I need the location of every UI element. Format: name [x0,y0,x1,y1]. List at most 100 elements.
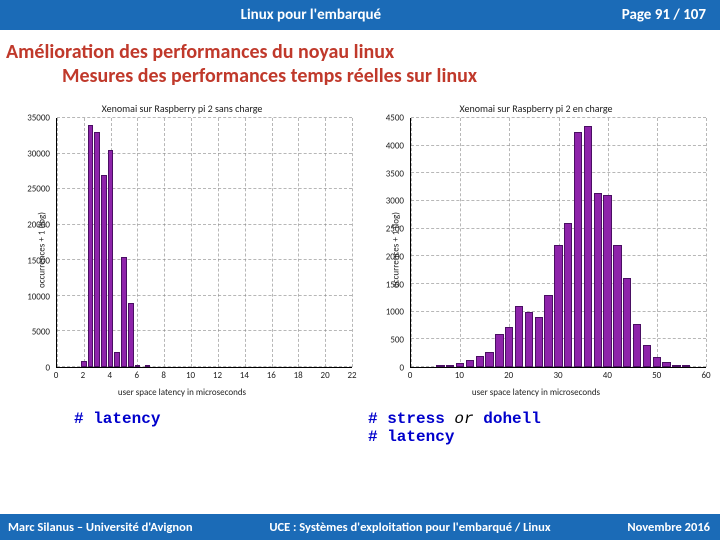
chart-bar [81,361,87,367]
ytick: 15000 [6,255,50,266]
xtick: 12 [213,370,222,381]
xtick: 40 [603,370,612,381]
chart-bar [505,327,513,367]
chart-left-yticks: 05000100001500020000250003000035000 [8,118,52,368]
ytick: 25000 [6,184,50,195]
chart-bar [135,365,141,367]
chart-bar [603,195,611,367]
ytick: 2500 [360,224,404,235]
xtick: 8 [161,370,166,381]
ytick: 5000 [6,327,50,338]
page-indicator: Page 91 / 107 [622,6,720,24]
chart-bar [446,365,454,367]
chart-bar [495,334,503,367]
ytick: 30000 [6,148,50,159]
chart-bar [554,245,562,367]
chart-left-xticks: 0246810121416182022 [56,370,352,382]
chart-bar [485,352,493,367]
ytick: 2000 [360,251,404,262]
ytick: 1000 [360,307,404,318]
footer-author: Marc Silanus – Université d'Avignon [0,520,193,535]
chart-bar [456,363,464,367]
slide-heading-1: Amélioration des performances du noyau l… [6,40,714,64]
ytick: 4500 [360,113,404,124]
xtick: 10 [455,370,464,381]
chart-right-xlabel: user space latency in microseconds [362,387,710,398]
caption-left-line: # latency [74,410,360,428]
chart-bar [623,278,631,367]
xtick: 22 [347,370,356,381]
ytick: 20000 [6,220,50,231]
xtick: 18 [294,370,303,381]
chart-bar [121,257,127,367]
chart-bar [128,303,134,367]
chart-bar [88,125,94,367]
footer-bar: Marc Silanus – Université d'Avignon UCE … [0,514,720,540]
xtick: 20 [321,370,330,381]
chart-bar [662,362,670,367]
header-title: Linux pour l'embarqué [0,6,622,24]
chart-bar [145,365,151,367]
chart-right-yticks: 050010001500200025003000350040004500 [362,118,406,368]
chart-bar [682,365,690,367]
xtick: 2 [81,370,86,381]
heading-block: Amélioration des performances du noyau l… [0,30,720,92]
charts-row: Xenomai sur Raspberry pi 2 sans charge o… [0,92,720,400]
chart-bar [564,223,572,367]
chart-right: Xenomai sur Raspberry pi 2 en charge occ… [362,100,710,400]
slide-heading-2: Mesures des performances temps réelles s… [6,64,714,88]
caption-right: # stress or dohell # latency [360,410,720,446]
caption-right-line-1: # stress or dohell [368,410,720,428]
chart-bar [594,193,602,367]
chart-bar [613,245,621,367]
chart-bar [584,126,592,367]
chart-bar [114,352,120,367]
ytick: 4000 [360,140,404,151]
chart-bar [672,365,680,367]
chart-bar [94,132,100,367]
ytick: 0 [360,363,404,374]
xtick: 0 [408,370,413,381]
chart-bar [476,356,484,367]
chart-bar [574,132,582,367]
xtick: 30 [553,370,562,381]
footer-date: Novembre 2016 [627,520,720,535]
footer-course: UCE : Systèmes d'exploitation pour l'emb… [193,520,628,535]
captions-row: # latency # stress or dohell # latency [0,400,720,446]
xtick: 10 [186,370,195,381]
chart-bar [108,150,114,367]
chart-bar [101,175,107,367]
xtick: 6 [134,370,139,381]
xtick: 0 [54,370,59,381]
xtick: 4 [108,370,113,381]
chart-left-plot [56,118,352,368]
xtick: 60 [701,370,710,381]
chart-left-title: Xenomai sur Raspberry pi 2 sans charge [8,102,356,115]
xtick: 20 [504,370,513,381]
chart-bar [466,360,474,367]
ytick: 10000 [6,291,50,302]
chart-bar [653,357,661,367]
chart-right-plot [410,118,706,368]
xtick: 14 [240,370,249,381]
ytick: 3500 [360,168,404,179]
ytick: 35000 [6,113,50,124]
chart-bar [436,365,444,367]
ytick: 3000 [360,196,404,207]
chart-bar [633,324,641,367]
xtick: 50 [652,370,661,381]
chart-bar [643,345,651,367]
xtick: 16 [267,370,276,381]
chart-left: Xenomai sur Raspberry pi 2 sans charge o… [8,100,356,400]
header-bar: Linux pour l'embarqué Page 91 / 107 [0,0,720,30]
ytick: 500 [360,335,404,346]
caption-left: # latency [0,410,360,446]
chart-bar [525,312,533,367]
chart-left-xlabel: user space latency in microseconds [8,387,356,398]
chart-right-title: Xenomai sur Raspberry pi 2 en charge [362,102,710,115]
ytick: 0 [6,363,50,374]
ytick: 1500 [360,279,404,290]
chart-bar [515,306,523,367]
chart-bar [535,317,543,367]
caption-right-line-2: # latency [368,428,720,446]
